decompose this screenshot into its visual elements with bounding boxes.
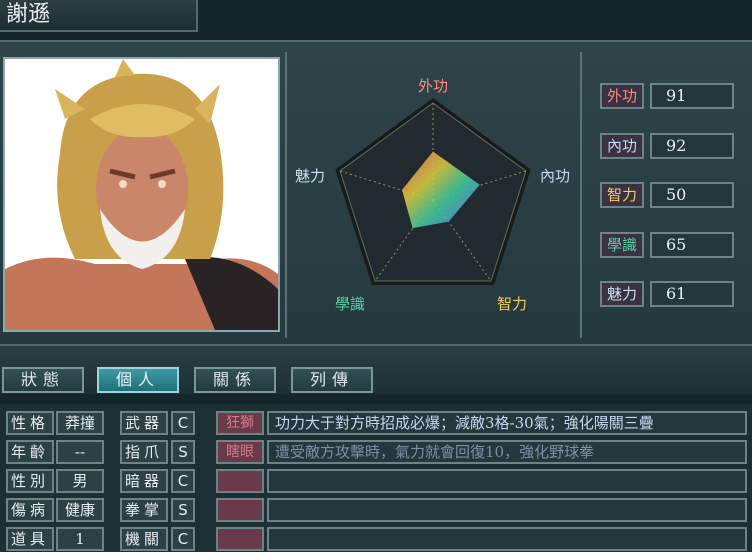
top-panel-border xyxy=(0,40,752,42)
profile-label: 年齡 xyxy=(6,440,54,464)
stat-row-0: 外功 91 xyxy=(600,83,740,109)
trait-tag[interactable] xyxy=(216,527,264,551)
weapon-label: 指爪 xyxy=(120,440,168,464)
trait-tag[interactable]: 狂獅 xyxy=(216,411,264,435)
stat-value: 65 xyxy=(650,232,734,258)
character-portrait xyxy=(3,57,280,332)
character-name: 謝遜 xyxy=(0,0,198,32)
trait-tag[interactable]: 瞎眼 xyxy=(216,440,264,464)
weapon-grade: S xyxy=(171,440,195,464)
profile-value: 男 xyxy=(56,469,104,493)
stat-row-4: 魅力 61 xyxy=(600,281,740,307)
weapon-grade: C xyxy=(171,527,195,551)
profile-label: 性格 xyxy=(6,411,54,435)
radar-label-0: 外功 xyxy=(418,77,448,95)
radar-label-1: 內功 xyxy=(540,167,570,185)
stat-label: 智力 xyxy=(600,182,644,208)
stat-value: 61 xyxy=(650,281,734,307)
divider-left xyxy=(285,52,287,338)
weapon-label: 武器 xyxy=(120,411,168,435)
stat-label: 外功 xyxy=(600,83,644,109)
profile-value: -- xyxy=(56,440,104,464)
stat-value: 91 xyxy=(650,83,734,109)
trait-description: 遭受敵方攻擊時，氣力就會回復10，強化野球拳 xyxy=(267,440,747,464)
tab-relations[interactable]: 關係 xyxy=(194,367,276,393)
profile-label: 性別 xyxy=(6,469,54,493)
divider-right xyxy=(580,52,582,338)
weapon-label: 暗器 xyxy=(120,469,168,493)
stat-row-1: 內功 92 xyxy=(600,133,740,159)
stat-value: 92 xyxy=(650,133,734,159)
profile-value: 健康 xyxy=(56,498,104,522)
trait-description: 功力大于對方時招成必爆；減敵3格-30氣；強化陽關三疊 xyxy=(267,411,747,435)
radar-svg: 外功 內功 智力 學識 魅力 xyxy=(295,77,570,313)
stat-label: 內功 xyxy=(600,133,644,159)
trait-description xyxy=(267,469,747,493)
weapon-label: 機關 xyxy=(120,527,168,551)
weapon-grade: C xyxy=(171,411,195,435)
radar-label-3: 學識 xyxy=(335,295,365,313)
stat-row-3: 學識 65 xyxy=(600,232,740,258)
stat-label: 學識 xyxy=(600,232,644,258)
profile-label: 道具 xyxy=(6,527,54,551)
trait-description xyxy=(267,527,747,551)
tab-biography[interactable]: 列傳 xyxy=(291,367,373,393)
tab-status[interactable]: 狀態 xyxy=(2,367,84,393)
trait-tag[interactable] xyxy=(216,498,264,522)
trait-description xyxy=(267,498,747,522)
weapon-grade: C xyxy=(171,469,195,493)
tab-personal[interactable]: 個人 xyxy=(97,367,179,393)
radar-label-4: 魅力 xyxy=(295,167,325,185)
profile-label: 傷病 xyxy=(6,498,54,522)
portrait-image xyxy=(5,59,278,330)
profile-value: 莽撞 xyxy=(56,411,104,435)
radar-label-2: 智力 xyxy=(497,295,527,313)
weapon-grade: S xyxy=(171,498,195,522)
stat-value: 50 xyxy=(650,182,734,208)
stat-label: 魅力 xyxy=(600,281,644,307)
profile-value: 1 xyxy=(56,527,104,551)
attribute-radar: 外功 內功 智力 學識 魅力 xyxy=(290,55,580,337)
trait-tag[interactable] xyxy=(216,469,264,493)
stat-row-2: 智力 50 xyxy=(600,182,740,208)
weapon-label: 拳掌 xyxy=(120,498,168,522)
